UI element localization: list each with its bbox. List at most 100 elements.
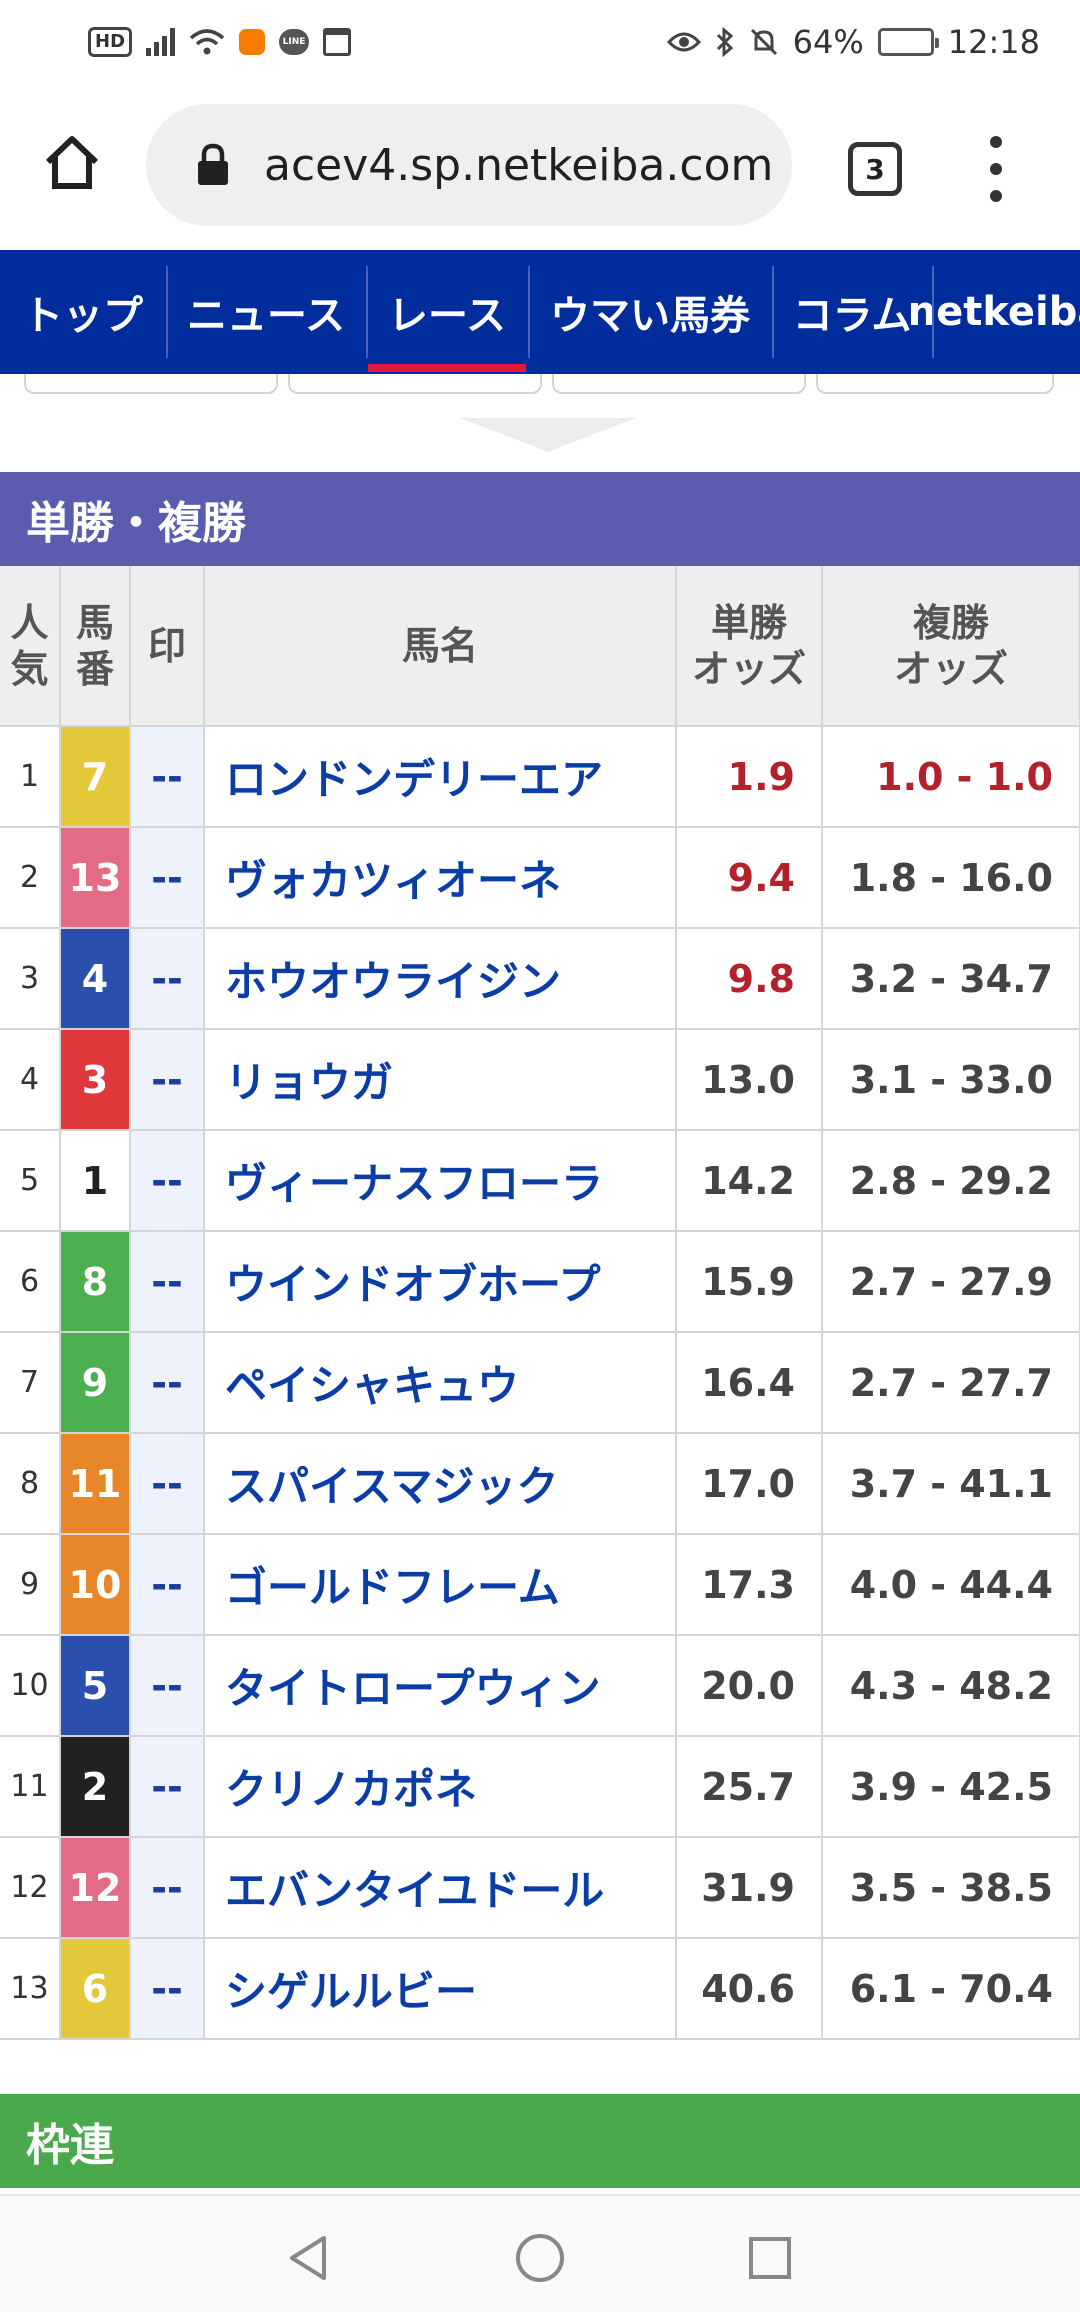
col-header-tansho[interactable]: 単勝 オッズ <box>676 566 823 727</box>
url-text: acev4.sp.netkeiba.com <box>264 139 774 191</box>
nav-item[interactable]: ニュース <box>166 250 366 374</box>
horse-name-link[interactable]: ロンドンデリーエア <box>204 726 677 828</box>
horse-number-cell: 5 <box>60 1635 131 1737</box>
place-odds-cell: 2.7 - 27.9 <box>822 1231 1080 1333</box>
table-row[interactable]: 13 6 -- シゲルルビー 40.6 6.1 - 70.4 <box>0 1938 1080 2040</box>
horse-name-link[interactable]: シゲルルビー <box>204 1938 677 2040</box>
site-nav: トップニュースレースウマい馬券コラムnetkeiba <box>0 250 1080 374</box>
mark-cell: -- <box>130 1332 205 1434</box>
sub-tab[interactable] <box>552 374 806 394</box>
table-row[interactable]: 7 9 -- ペイシャキュウ 16.4 2.7 - 27.7 <box>0 1332 1080 1434</box>
horse-name-link[interactable]: ヴィーナスフローラ <box>204 1130 677 1232</box>
place-odds-cell: 3.9 - 42.5 <box>822 1736 1080 1838</box>
odds-table-body: 1 7 -- ロンドンデリーエア 1.9 1.0 - 1.0 2 13 -- ヴォカツィオーネ 9.… <box>0 726 1080 2040</box>
horse-name-link[interactable]: クリノカポネ <box>204 1736 677 1838</box>
lock-icon <box>198 143 228 185</box>
horse-number-cell: 7 <box>60 726 131 828</box>
table-row[interactable]: 11 2 -- クリノカポネ 25.7 3.9 - 42.5 <box>0 1736 1080 1838</box>
popularity-cell: 2 <box>0 827 61 929</box>
app-notification-icon <box>239 29 266 55</box>
win-place-header: 単勝・複勝 <box>0 472 1080 566</box>
horse-name-link[interactable]: ホウオウライジン <box>204 928 677 1030</box>
home-icon[interactable] <box>42 132 102 192</box>
table-row[interactable]: 10 5 -- タイトロープウィン 20.0 4.3 - 48.2 <box>0 1635 1080 1737</box>
win-place-odds-table: 人気 馬番 印 馬名 単勝 オッズ 複勝 オッズ 1 7 -- ロンドンデリーエア 1.… <box>0 566 1080 2040</box>
horse-name-link[interactable]: スパイスマジック <box>204 1433 677 1535</box>
nav-item[interactable]: netkeiba <box>908 250 1080 374</box>
col-header-umaban[interactable]: 馬番 <box>60 566 131 727</box>
sub-tab[interactable] <box>288 374 542 394</box>
popularity-cell: 8 <box>0 1433 61 1535</box>
table-row[interactable]: 3 4 -- ホウオウライジン 9.8 3.2 - 34.7 <box>0 928 1080 1030</box>
win-odds-cell: 14.2 <box>676 1130 823 1232</box>
win-odds-cell: 17.3 <box>676 1534 823 1636</box>
table-header-row: 人気 馬番 印 馬名 単勝 オッズ 複勝 オッズ <box>0 566 1080 727</box>
horse-name-link[interactable]: ウインドオブホープ <box>204 1231 677 1333</box>
horse-number-cell: 9 <box>60 1332 131 1434</box>
table-row[interactable]: 12 12 -- エバンタイユドール 31.9 3.5 - 38.5 <box>0 1837 1080 1939</box>
popularity-cell: 10 <box>0 1635 61 1737</box>
sub-tab[interactable] <box>24 374 278 394</box>
col-header-fukusho[interactable]: 複勝 オッズ <box>822 566 1080 727</box>
mark-cell: -- <box>130 1736 205 1838</box>
horse-number-cell: 12 <box>60 1837 131 1939</box>
table-row[interactable]: 4 3 -- リョウガ 13.0 3.1 - 33.0 <box>0 1029 1080 1131</box>
win-odds-cell: 20.0 <box>676 1635 823 1737</box>
nav-item[interactable]: トップ <box>0 250 166 374</box>
col-header-ninki[interactable]: 人気 <box>0 566 61 727</box>
place-odds-cell: 4.3 - 48.2 <box>822 1635 1080 1737</box>
table-row[interactable]: 6 8 -- ウインドオブホープ 15.9 2.7 - 27.9 <box>0 1231 1080 1333</box>
place-odds-cell: 2.8 - 29.2 <box>822 1130 1080 1232</box>
address-bar[interactable]: acev4.sp.netkeiba.com <box>146 104 792 226</box>
popularity-cell: 6 <box>0 1231 61 1333</box>
more-menu-icon[interactable] <box>984 136 1008 202</box>
mark-cell: -- <box>130 1029 205 1131</box>
popularity-cell: 13 <box>0 1938 61 2040</box>
recent-apps-icon[interactable] <box>748 2236 792 2280</box>
table-row[interactable]: 2 13 -- ヴォカツィオーネ 9.4 1.8 - 16.0 <box>0 827 1080 929</box>
table-row[interactable]: 8 11 -- スパイスマジック 17.0 3.7 - 41.1 <box>0 1433 1080 1535</box>
browser-toolbar: acev4.sp.netkeiba.com 3 <box>0 100 1080 230</box>
win-odds-cell: 31.9 <box>676 1837 823 1939</box>
place-odds-cell: 4.0 - 44.4 <box>822 1534 1080 1636</box>
home-circle-icon[interactable] <box>514 2232 566 2284</box>
horse-name-link[interactable]: ペイシャキュウ <box>204 1332 677 1434</box>
horse-number-cell: 2 <box>60 1736 131 1838</box>
horse-name-link[interactable]: ヴォカツィオーネ <box>204 827 677 929</box>
sub-tab[interactable] <box>816 374 1054 394</box>
nav-item[interactable]: ウマい馬券 <box>528 250 772 374</box>
table-row[interactable]: 1 7 -- ロンドンデリーエア 1.9 1.0 - 1.0 <box>0 726 1080 828</box>
mute-bell-icon <box>750 28 777 56</box>
place-odds-cell: 6.1 - 70.4 <box>822 1938 1080 2040</box>
popularity-cell: 11 <box>0 1736 61 1838</box>
col-header-mark: 印 <box>130 566 205 727</box>
status-icons-left: HD LINE <box>88 27 352 57</box>
table-row[interactable]: 9 10 -- ゴールドフレーム 17.3 4.0 - 44.4 <box>0 1534 1080 1636</box>
horse-name-link[interactable]: エバンタイユドール <box>204 1837 677 1939</box>
tab-switcher-button[interactable]: 3 <box>848 142 902 196</box>
bracket-quinella-header: 枠連 <box>0 2094 1080 2188</box>
place-odds-cell: 3.5 - 38.5 <box>822 1837 1080 1939</box>
signal-icon <box>146 28 176 56</box>
horse-number-cell: 1 <box>60 1130 131 1232</box>
popularity-cell: 4 <box>0 1029 61 1131</box>
win-odds-cell: 40.6 <box>676 1938 823 2040</box>
place-odds-cell: 3.7 - 41.1 <box>822 1433 1080 1535</box>
horse-name-link[interactable]: ゴールドフレーム <box>204 1534 677 1636</box>
horse-number-cell: 10 <box>60 1534 131 1636</box>
mark-cell: -- <box>130 1231 205 1333</box>
horse-name-link[interactable]: タイトロープウィン <box>204 1635 677 1737</box>
clock: 12:18 <box>947 23 1040 61</box>
nav-item[interactable]: レース <box>366 250 528 374</box>
place-odds-cell: 2.7 - 27.7 <box>822 1332 1080 1434</box>
win-odds-cell: 9.4 <box>676 827 823 929</box>
horse-number-cell: 13 <box>60 827 131 929</box>
place-odds-cell: 1.0 - 1.0 <box>822 726 1080 828</box>
back-icon[interactable] <box>286 2234 330 2282</box>
system-nav-bar <box>0 2194 1080 2312</box>
place-odds-cell: 1.8 - 16.0 <box>822 827 1080 929</box>
horse-name-link[interactable]: リョウガ <box>204 1029 677 1131</box>
table-row[interactable]: 5 1 -- ヴィーナスフローラ 14.2 2.8 - 29.2 <box>0 1130 1080 1232</box>
win-odds-cell: 17.0 <box>676 1433 823 1535</box>
sub-tab-row <box>0 374 1080 414</box>
